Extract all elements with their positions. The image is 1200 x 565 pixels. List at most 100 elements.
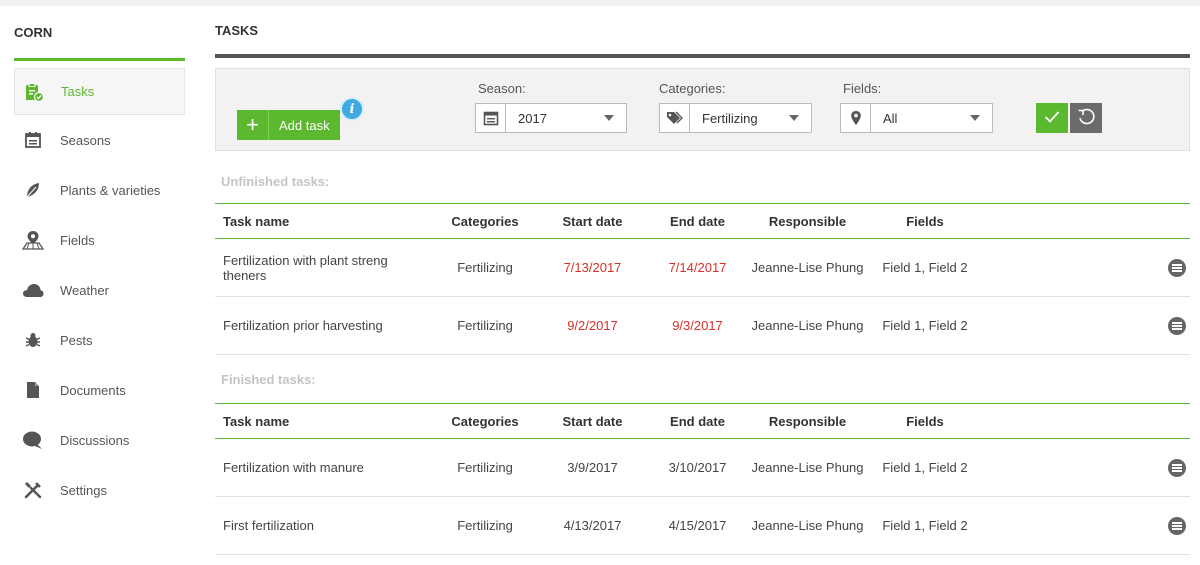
col-responsible[interactable]: Responsible	[750, 204, 865, 239]
categories-select[interactable]: Fertilizing	[659, 103, 812, 133]
task-name[interactable]: Fertilization prior harvesting	[215, 296, 430, 355]
tools-icon	[22, 479, 44, 501]
col-end-date[interactable]: End date	[645, 204, 750, 239]
sidebar-item-label: Pests	[60, 332, 93, 348]
apply-filter-button[interactable]	[1036, 103, 1068, 133]
col-task-name[interactable]: Task name	[215, 204, 430, 239]
sidebar-item-discussions[interactable]: Discussions	[14, 415, 185, 465]
task-name[interactable]: Fertilization with manure	[215, 438, 430, 497]
sidebar-item-plants-varieties[interactable]: Plants & varieties	[14, 165, 185, 215]
col-actions	[985, 404, 1190, 439]
col-fields[interactable]: Fields	[865, 204, 985, 239]
task-fields: Field 1, Field 2	[865, 238, 985, 297]
bug-icon	[22, 329, 44, 351]
clipboard-check-icon	[23, 81, 45, 103]
task-fields: Field 1, Field 2	[865, 438, 985, 497]
col-start-date[interactable]: Start date	[540, 404, 645, 439]
table-row[interactable]: Fertilization with manure Fertilizing 3/…	[215, 438, 1190, 497]
table-row[interactable]: Fertilization prior harvesting Fertilizi…	[215, 296, 1190, 355]
sidebar-item-weather[interactable]: Weather	[14, 265, 185, 315]
col-fields[interactable]: Fields	[865, 404, 985, 439]
sidebar-item-label: Discussions	[60, 432, 130, 448]
tag-icon	[660, 104, 690, 132]
task-end-date: 7/14/2017	[645, 238, 750, 297]
title-divider	[215, 54, 1190, 58]
sidebar-item-label: Plants & varieties	[60, 182, 161, 198]
unfinished-tasks-title: Unfinished tasks:	[221, 173, 330, 189]
chevron-down-icon	[970, 115, 980, 121]
task-category: Fertilizing	[430, 238, 540, 297]
task-start-date: 3/9/2017	[540, 438, 645, 497]
task-fields: Field 1, Field 2	[865, 496, 985, 555]
col-responsible[interactable]: Responsible	[750, 404, 865, 439]
menu-icon[interactable]	[1168, 458, 1186, 477]
sidebar: CORN Tasks Seasons Plants & varieties Fi…	[14, 6, 185, 515]
season-select[interactable]: 2017	[475, 103, 627, 133]
col-start-date[interactable]: Start date	[540, 204, 645, 239]
chevron-down-icon	[604, 115, 614, 121]
chevron-down-icon	[789, 115, 799, 121]
menu-icon[interactable]	[1168, 316, 1186, 335]
task-name[interactable]: First fertilization	[215, 496, 430, 555]
sidebar-item-pests[interactable]: Pests	[14, 315, 185, 365]
reset-filter-button[interactable]	[1070, 103, 1102, 133]
sidebar-item-settings[interactable]: Settings	[14, 465, 185, 515]
task-responsible: Jeanne-Lise Phung	[750, 438, 865, 497]
cloud-icon	[22, 279, 44, 301]
task-end-date: 3/10/2017	[645, 438, 750, 497]
menu-icon[interactable]	[1168, 516, 1186, 535]
season-value: 2017	[518, 110, 547, 126]
col-task-name[interactable]: Task name	[215, 404, 430, 439]
col-categories[interactable]: Categories	[430, 204, 540, 239]
finished-tasks-title: Finished tasks:	[221, 371, 316, 387]
col-end-date[interactable]: End date	[645, 404, 750, 439]
main-content: TASKS + Add task i Season: 2017 Categori…	[215, 6, 1190, 555]
task-responsible: Jeanne-Lise Phung	[750, 496, 865, 555]
fields-select[interactable]: All	[840, 103, 993, 133]
sidebar-item-label: Tasks	[61, 84, 95, 99]
season-label: Season:	[478, 81, 526, 96]
calendar-icon	[22, 129, 44, 151]
table-header: Task name Categories Start date End date…	[215, 203, 1190, 239]
task-start-date: 7/13/2017	[540, 238, 645, 297]
categories-label: Categories:	[659, 81, 726, 96]
sidebar-title: CORN	[14, 24, 53, 40]
row-actions	[985, 238, 1190, 297]
info-icon[interactable]: i	[340, 97, 364, 121]
map-pin-icon	[22, 229, 44, 251]
table-row[interactable]: First fertilization Fertilizing 4/13/201…	[215, 496, 1190, 555]
sidebar-item-tasks[interactable]: Tasks	[14, 68, 185, 115]
sidebar-divider	[14, 58, 185, 61]
add-task-button[interactable]: + Add task	[237, 110, 340, 140]
sidebar-item-label: Fields	[60, 232, 95, 248]
menu-icon[interactable]	[1168, 258, 1186, 277]
add-task-label: Add task	[279, 117, 330, 133]
plus-icon: +	[237, 110, 269, 140]
task-category: Fertilizing	[430, 496, 540, 555]
row-actions	[985, 296, 1190, 355]
fields-value: All	[883, 110, 898, 126]
categories-value: Fertilizing	[702, 110, 758, 126]
sidebar-item-documents[interactable]: Documents	[14, 365, 185, 415]
task-start-date: 9/2/2017	[540, 296, 645, 355]
task-start-date: 4/13/2017	[540, 496, 645, 555]
task-name[interactable]: Fertilization with plant streng theners	[215, 238, 430, 297]
sidebar-item-label: Settings	[60, 482, 107, 498]
task-category: Fertilizing	[430, 438, 540, 497]
map-pin-icon	[841, 104, 871, 132]
sidebar-item-seasons[interactable]: Seasons	[14, 115, 185, 165]
row-actions	[985, 438, 1190, 497]
sidebar-item-label: Documents	[60, 382, 126, 398]
task-end-date: 4/15/2017	[645, 496, 750, 555]
filter-bar: + Add task i Season: 2017 Categories: Fe…	[215, 68, 1190, 151]
page-title: TASKS	[215, 22, 259, 38]
task-responsible: Jeanne-Lise Phung	[750, 238, 865, 297]
calendar-icon	[476, 104, 506, 132]
leaf-icon	[22, 179, 44, 201]
sidebar-item-label: Seasons	[60, 132, 111, 148]
document-icon	[22, 379, 44, 401]
col-categories[interactable]: Categories	[430, 404, 540, 439]
row-actions	[985, 496, 1190, 555]
sidebar-item-fields[interactable]: Fields	[14, 215, 185, 265]
table-row[interactable]: Fertilization with plant streng theners …	[215, 238, 1190, 297]
